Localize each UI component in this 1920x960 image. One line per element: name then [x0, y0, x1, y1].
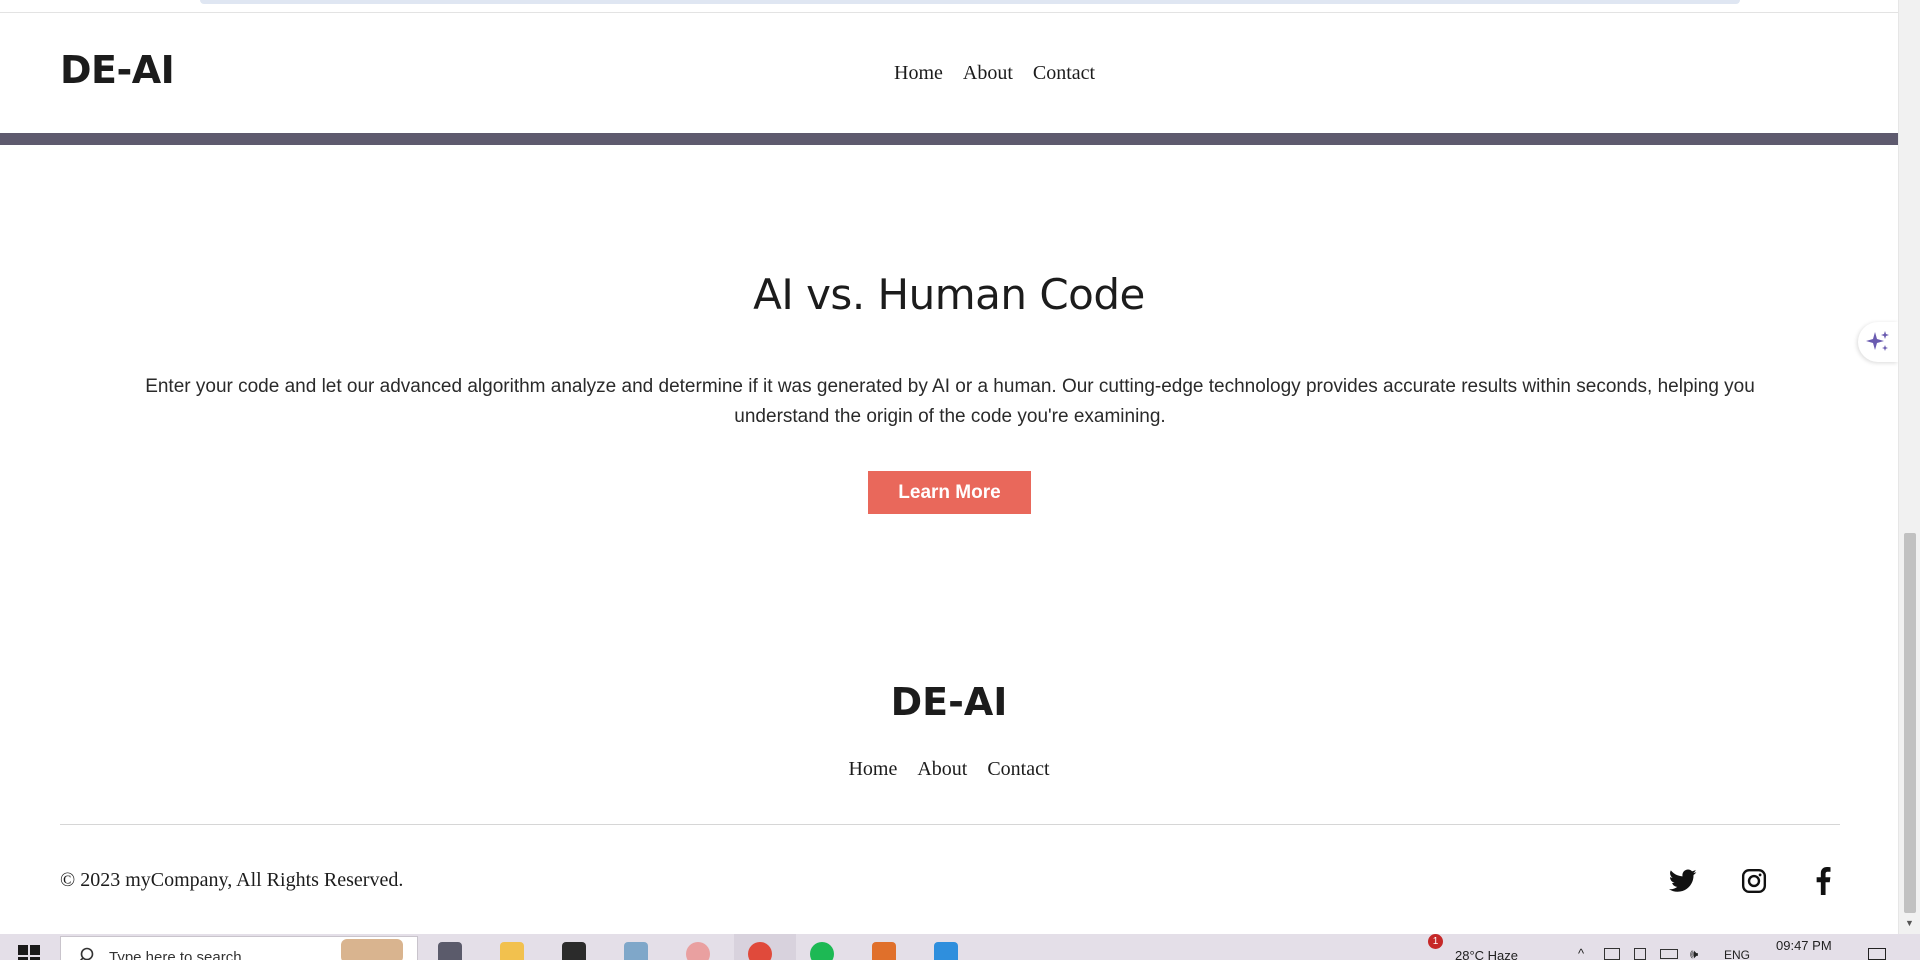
nav-link-home[interactable]: Home — [894, 62, 943, 85]
notepad-icon[interactable] — [624, 942, 648, 960]
hero-description: Enter your code and let our advanced alg… — [145, 376, 1755, 427]
taskbar-search-placeholder: Type here to search — [109, 949, 242, 960]
weather-text[interactable]: 28°C Haze — [1455, 948, 1518, 960]
terminal-icon[interactable] — [562, 942, 586, 960]
facebook-link[interactable] — [1808, 866, 1838, 896]
action-center-icon[interactable] — [1868, 948, 1886, 960]
nav-link-about[interactable]: About — [963, 62, 1013, 85]
battery-icon[interactable] — [1660, 949, 1678, 959]
address-bar-edge[interactable] — [200, 0, 1740, 4]
scroll-down-arrow-icon[interactable]: ▼ — [1905, 918, 1914, 928]
instagram-icon — [1741, 868, 1767, 894]
tray-chevron-up-icon[interactable]: ^ — [1578, 946, 1584, 960]
windows-start-icon[interactable] — [18, 945, 40, 960]
footer-logo[interactable]: DE-AI — [0, 680, 1898, 724]
file-explorer-icon[interactable] — [500, 942, 524, 960]
twitter-link[interactable] — [1668, 866, 1698, 896]
network-icon[interactable] — [1604, 948, 1620, 960]
facebook-icon — [1816, 867, 1831, 895]
windows-taskbar: Type here to search 1 28°C Haze ^ 🕪 ENG … — [0, 934, 1920, 960]
clock-time[interactable]: 09:47 PM — [1776, 938, 1832, 953]
footer-link-contact[interactable]: Contact — [987, 758, 1049, 781]
scrollbar-thumb[interactable] — [1904, 533, 1916, 913]
footer-link-home[interactable]: Home — [848, 758, 897, 781]
search-icon — [79, 947, 94, 960]
header-divider-stripe — [0, 133, 1898, 145]
page-scrollbar[interactable]: ▼ — [1898, 0, 1920, 934]
device-icon[interactable] — [1634, 948, 1646, 960]
notification-badge: 1 — [1428, 934, 1443, 949]
chrome-icon[interactable] — [748, 942, 772, 960]
hero-title: AI vs. Human Code — [753, 270, 1145, 319]
footer-link-about[interactable]: About — [917, 758, 967, 781]
learn-more-button[interactable]: Learn More — [868, 471, 1031, 514]
main-nav: Home About Contact — [894, 62, 1095, 85]
search-highlight-image-icon — [341, 939, 403, 960]
vscode-icon[interactable] — [934, 942, 958, 960]
task-view-icon[interactable] — [438, 942, 462, 960]
language-indicator[interactable]: ENG — [1724, 948, 1750, 960]
instagram-link[interactable] — [1739, 866, 1769, 896]
footer-nav: Home About Contact — [0, 758, 1898, 781]
ai-assistant-button[interactable] — [1858, 322, 1898, 362]
taskbar-search-box[interactable]: Type here to search — [60, 936, 418, 960]
site-header: DE-AI Home About Contact — [0, 13, 1898, 133]
sparkle-icon — [1866, 331, 1889, 351]
app-icon[interactable] — [686, 942, 710, 960]
site-logo[interactable]: DE-AI — [60, 48, 175, 92]
copyright-text: © 2023 myCompany, All Rights Reserved. — [60, 869, 404, 891]
twitter-icon — [1669, 869, 1697, 892]
volume-icon[interactable]: 🕪 — [1690, 946, 1698, 960]
browser-toolbar-edge — [0, 0, 1900, 13]
footer-divider — [60, 824, 1840, 825]
xampp-icon[interactable] — [872, 942, 896, 960]
nav-link-contact[interactable]: Contact — [1033, 62, 1095, 85]
spotify-icon[interactable] — [810, 942, 834, 960]
